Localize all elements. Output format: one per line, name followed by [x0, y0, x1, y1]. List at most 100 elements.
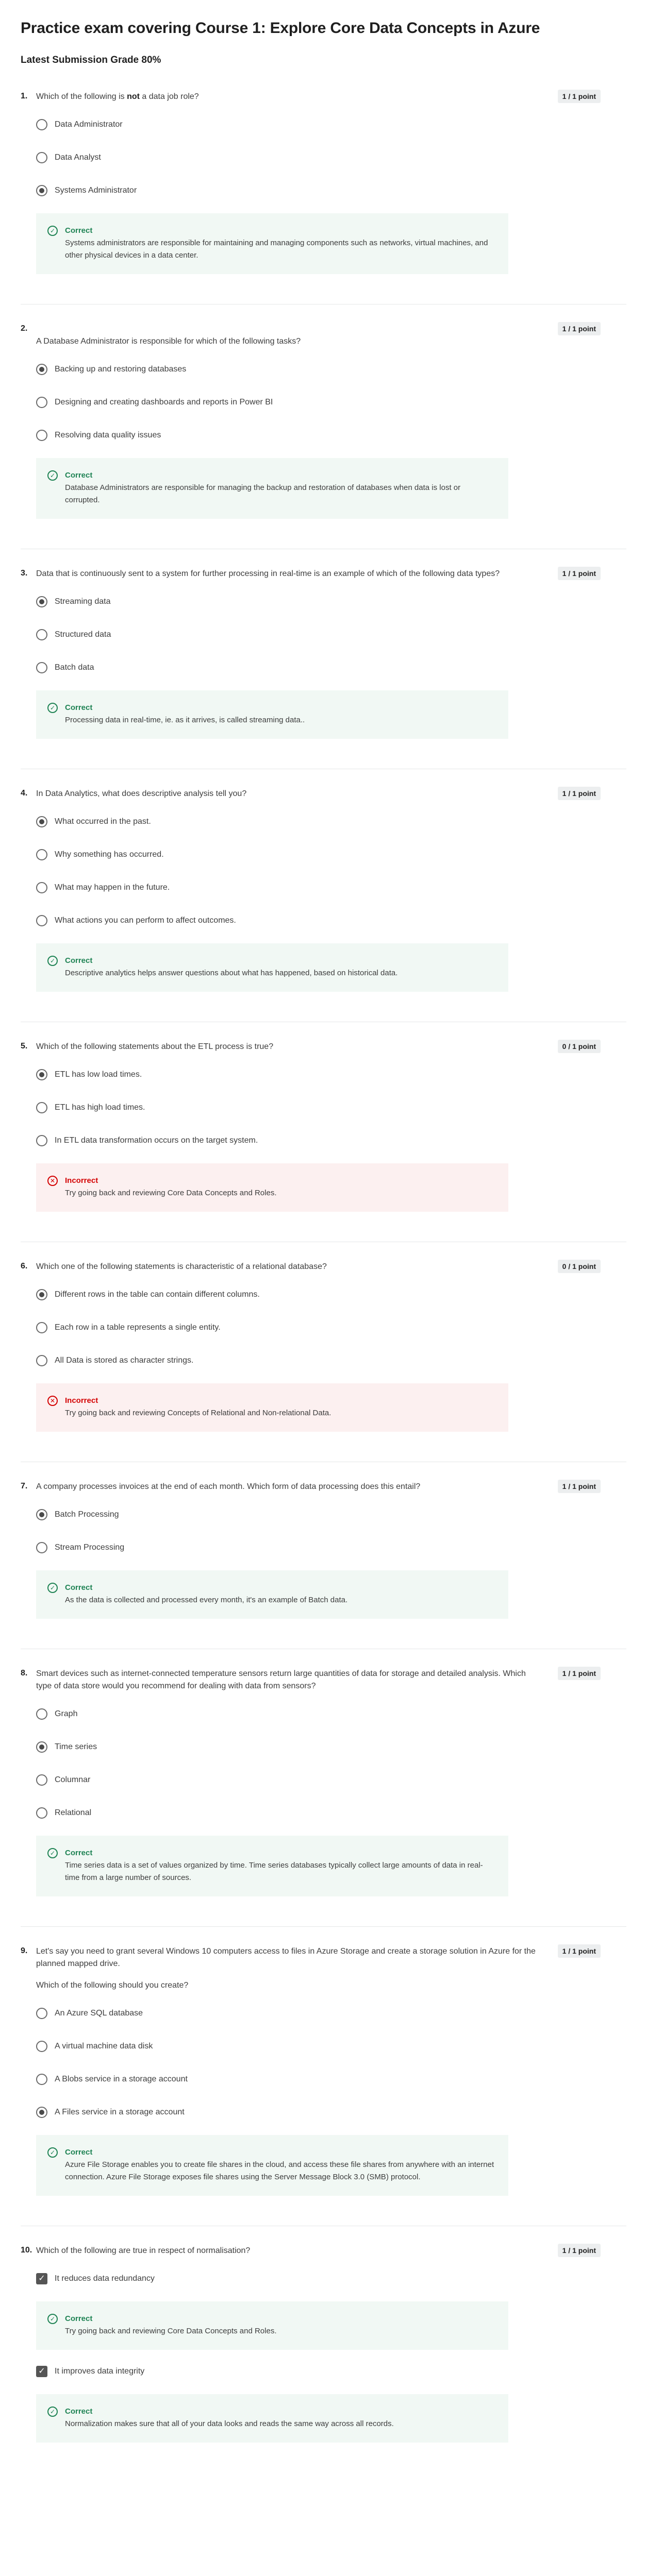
check-circle-icon: ✓: [47, 2406, 58, 2417]
option-label: ETL has low load times.: [55, 1070, 142, 1079]
radio-icon[interactable]: [36, 1355, 47, 1366]
option[interactable]: Data Administrator: [36, 118, 626, 131]
points-badge: 0 / 1 point: [557, 1260, 601, 1273]
feedback-text: As the data is collected and processed e…: [65, 1596, 348, 1604]
radio-icon[interactable]: [36, 915, 47, 926]
radio-icon[interactable]: [36, 1708, 47, 1720]
option-label: Structured data: [55, 630, 111, 639]
radio-icon[interactable]: [36, 119, 47, 130]
radio-checked-icon[interactable]: [36, 364, 47, 375]
radio-icon[interactable]: [36, 1807, 47, 1819]
radio-icon[interactable]: [36, 1774, 47, 1786]
option-label: A Blobs service in a storage account: [55, 2075, 188, 2083]
radio-icon[interactable]: [36, 1322, 47, 1333]
radio-checked-icon[interactable]: [36, 596, 47, 607]
radio-checked-icon[interactable]: [36, 1509, 47, 1520]
option[interactable]: An Azure SQL database: [36, 2007, 626, 2020]
option-selected[interactable]: What occurred in the past.: [36, 816, 626, 828]
option-selected[interactable]: Different rows in the table can contain …: [36, 1289, 626, 1301]
option-label: Each row in a table represents a single …: [55, 1323, 221, 1332]
option-selected[interactable]: Streaming data: [36, 596, 626, 608]
feedback-text: Normalization makes sure that all of you…: [65, 2419, 394, 2428]
question-6: 6. Which one of the following statements…: [21, 1260, 626, 1462]
option-label: Time series: [55, 1742, 97, 1751]
radio-checked-icon[interactable]: [36, 185, 47, 196]
question-text: Which of the following is not a data job…: [36, 92, 199, 101]
option[interactable]: Columnar: [36, 1774, 626, 1786]
radio-icon[interactable]: [36, 1135, 47, 1146]
option[interactable]: All Data is stored as character strings.: [36, 1354, 626, 1367]
radio-checked-icon[interactable]: [36, 816, 47, 827]
question-7: 7. A company processes invoices at the e…: [21, 1480, 626, 1649]
option[interactable]: ETL has high load times.: [36, 1101, 626, 1114]
feedback-correct: ✓ Correct Processing data in real-time, …: [36, 690, 508, 739]
radio-icon[interactable]: [36, 1542, 47, 1553]
option[interactable]: Structured data: [36, 629, 626, 641]
option[interactable]: In ETL data transformation occurs on the…: [36, 1134, 626, 1147]
feedback-text: Try going back and reviewing Core Data C…: [65, 1189, 277, 1197]
radio-icon[interactable]: [36, 2041, 47, 2052]
checkbox-checked-icon[interactable]: ✓: [36, 2366, 47, 2377]
radio-icon[interactable]: [36, 2074, 47, 2085]
question-4: 4. In Data Analytics, what does descript…: [21, 787, 626, 1022]
check-circle-icon: ✓: [47, 956, 58, 966]
question-number: 10.: [21, 2246, 32, 2255]
checkbox-checked-icon[interactable]: ✓: [36, 2273, 47, 2284]
option[interactable]: Stream Processing: [36, 1541, 626, 1554]
feedback-title: Correct: [65, 2314, 93, 2323]
radio-checked-icon[interactable]: [36, 2107, 47, 2118]
feedback-title: Incorrect: [65, 1396, 98, 1405]
option[interactable]: Each row in a table represents a single …: [36, 1321, 626, 1334]
option[interactable]: Why something has occurred.: [36, 849, 626, 861]
radio-checked-icon[interactable]: [36, 1741, 47, 1753]
option[interactable]: Data Analyst: [36, 151, 626, 164]
option-label: A virtual machine data disk: [55, 2042, 153, 2050]
option[interactable]: Relational: [36, 1807, 626, 1819]
option[interactable]: A Blobs service in a storage account: [36, 2073, 626, 2086]
feedback-title: Incorrect: [65, 1176, 98, 1185]
option-label: All Data is stored as character strings.: [55, 1356, 194, 1365]
radio-checked-icon[interactable]: [36, 1289, 47, 1300]
option-label: Columnar: [55, 1775, 91, 1784]
option[interactable]: What actions you can perform to affect o…: [36, 914, 626, 927]
option-selected[interactable]: Systems Administrator: [36, 184, 626, 197]
question-number: 5.: [21, 1042, 28, 1050]
option-label: In ETL data transformation occurs on the…: [55, 1136, 258, 1145]
question-8: 8. Smart devices such as internet-connec…: [21, 1667, 626, 1927]
option[interactable]: Resolving data quality issues: [36, 429, 626, 442]
option[interactable]: Batch data: [36, 662, 626, 674]
radio-icon[interactable]: [36, 152, 47, 163]
option-label: An Azure SQL database: [55, 2009, 143, 2018]
radio-icon[interactable]: [36, 2008, 47, 2019]
option[interactable]: What may happen in the future.: [36, 882, 626, 894]
check-circle-icon: ✓: [47, 2314, 58, 2324]
option-label: Graph: [55, 1709, 78, 1718]
radio-icon[interactable]: [36, 1102, 47, 1113]
option-selected[interactable]: Backing up and restoring databases: [36, 363, 626, 376]
option-selected[interactable]: Batch Processing: [36, 1509, 626, 1521]
option-label: Relational: [55, 1808, 92, 1817]
option[interactable]: Designing and creating dashboards and re…: [36, 396, 626, 409]
radio-icon[interactable]: [36, 629, 47, 640]
option-label: Batch data: [55, 663, 94, 672]
option-selected[interactable]: Time series: [36, 1741, 626, 1753]
radio-icon[interactable]: [36, 662, 47, 673]
radio-icon[interactable]: [36, 397, 47, 408]
checkbox-option-selected[interactable]: ✓ It reduces data redundancy: [36, 2273, 626, 2285]
radio-icon[interactable]: [36, 882, 47, 893]
option-label: Data Analyst: [55, 153, 101, 162]
checkbox-option-selected[interactable]: ✓ It improves data integrity: [36, 2365, 626, 2378]
option[interactable]: Graph: [36, 1708, 626, 1720]
check-circle-icon: ✓: [47, 1583, 58, 1593]
option-selected[interactable]: A Files service in a storage account: [36, 2106, 626, 2119]
radio-icon[interactable]: [36, 430, 47, 441]
question-9: 9. Let's say you need to grant several W…: [21, 1944, 626, 2226]
option-label: Systems Administrator: [55, 186, 137, 195]
option-selected[interactable]: ETL has low load times.: [36, 1069, 626, 1081]
feedback-text: Try going back and reviewing Concepts of…: [65, 1409, 331, 1417]
radio-checked-icon[interactable]: [36, 1069, 47, 1080]
option[interactable]: A virtual machine data disk: [36, 2040, 626, 2053]
radio-icon[interactable]: [36, 849, 47, 860]
points-badge: 1 / 1 point: [557, 90, 601, 103]
option-label: ETL has high load times.: [55, 1103, 145, 1112]
